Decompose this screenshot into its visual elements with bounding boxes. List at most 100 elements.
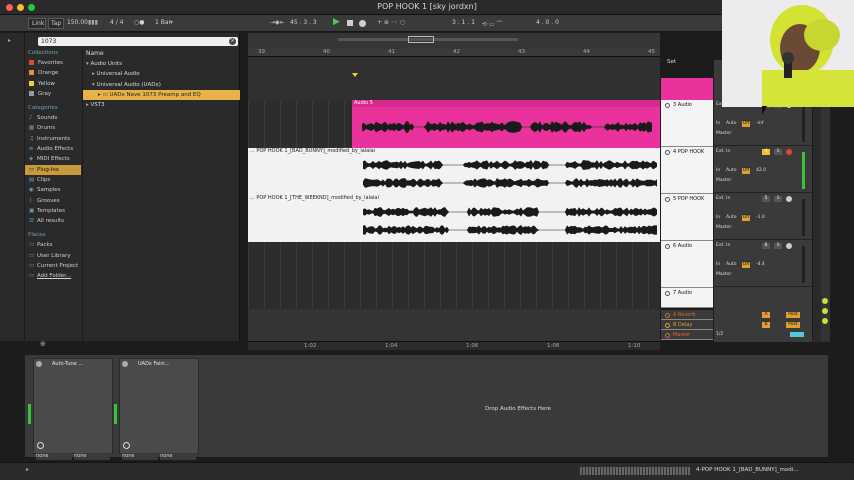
tree-item-audio-units[interactable]: ▾ Audio Units bbox=[83, 59, 240, 69]
arm-button[interactable] bbox=[786, 243, 792, 249]
category-item[interactable]: ☰ All results bbox=[25, 216, 81, 226]
category-item[interactable]: ▤ Clips bbox=[25, 175, 81, 185]
track-6-lane[interactable] bbox=[248, 242, 660, 289]
return-track-header[interactable]: B Delay bbox=[661, 320, 713, 330]
device-auto-tune[interactable]: Auto-Tune ... none none bbox=[28, 358, 113, 460]
tempo-field[interactable]: 150.00 bbox=[67, 19, 88, 26]
solo-icon[interactable] bbox=[822, 298, 828, 304]
monitor-auto-button[interactable]: Auto bbox=[726, 168, 736, 173]
track-activator-button[interactable]: 5 bbox=[762, 196, 770, 202]
solo-button[interactable]: S bbox=[774, 243, 782, 249]
output-dropdown[interactable]: none bbox=[74, 453, 110, 460]
metronome-bars-icon[interactable]: ▮▮▮ bbox=[88, 19, 98, 26]
overview-scrub[interactable] bbox=[248, 33, 660, 49]
metronome-icon[interactable]: ○● bbox=[134, 19, 144, 26]
track-header[interactable]: 3 Audio bbox=[661, 100, 713, 147]
input-type-dropdown[interactable]: Ext. In bbox=[716, 243, 730, 248]
tree-item-neve-1073[interactable]: ▸ ▭ UADx Neve 1073 Preamp and EQ bbox=[83, 89, 240, 101]
sidechain-button[interactable] bbox=[37, 442, 44, 449]
post-button[interactable]: Post bbox=[786, 312, 800, 318]
name-column-header[interactable]: Name bbox=[83, 49, 240, 59]
weeknd-clip[interactable]: ... POP HOOK 1_[THE_WEEKND]_modified_by_… bbox=[248, 195, 660, 242]
arrangement-view[interactable]: 39 40 41 42 43 44 45 Audio 5 ... POP HOOK 1_[B… bbox=[248, 33, 660, 341]
browser-toggle-icon[interactable]: ▸ bbox=[8, 37, 11, 44]
track-activator-button[interactable]: 6 bbox=[762, 243, 770, 249]
volume-value[interactable]: -4.4 bbox=[756, 262, 765, 267]
stop-button[interactable] bbox=[347, 20, 353, 26]
collection-item[interactable]: Orange bbox=[25, 68, 81, 78]
loop-length-field[interactable]: 4 . 0 . 0 bbox=[536, 19, 559, 26]
category-item[interactable]: ♪ Sounds bbox=[25, 113, 81, 123]
detail-view-icon[interactable]: ▸ bbox=[26, 466, 29, 473]
monitor-in-button[interactable]: In bbox=[716, 168, 720, 173]
fold-track-icon[interactable] bbox=[665, 244, 670, 249]
overdub-icon[interactable]: + ⊕ ◦◦ ○ bbox=[377, 19, 405, 26]
return-activator-button[interactable]: B bbox=[762, 322, 770, 328]
category-item[interactable]: ▣ Templates bbox=[25, 206, 81, 216]
output-dropdown[interactable]: Master bbox=[716, 178, 731, 183]
return-track-header[interactable]: A Reverb bbox=[661, 310, 713, 320]
audio-5-clip[interactable]: Audio 5 bbox=[352, 100, 660, 148]
fold-track-icon[interactable] bbox=[665, 103, 670, 108]
monitor-auto-button[interactable]: Auto bbox=[726, 215, 736, 220]
device-uadx-fairchild[interactable]: UADx Fairc... none none bbox=[114, 358, 199, 460]
category-item[interactable]: ≋ Audio Effects bbox=[25, 144, 81, 154]
input-dropdown[interactable]: none bbox=[122, 453, 158, 460]
place-item[interactable]: ▭ Packs bbox=[25, 240, 81, 250]
time-signature-field[interactable]: 4 / 4 bbox=[110, 19, 123, 26]
tree-item-universal-audio[interactable]: ▸ Universal Audio bbox=[83, 69, 240, 79]
output-dropdown[interactable]: Master bbox=[716, 272, 731, 277]
category-item[interactable]: ⌇ Grooves bbox=[25, 196, 81, 206]
monitor-in-button[interactable]: In bbox=[716, 262, 720, 267]
return-activator-button[interactable]: A bbox=[762, 312, 770, 318]
record-button[interactable] bbox=[359, 20, 366, 27]
monitor-off-button[interactable]: Off bbox=[742, 262, 750, 268]
category-item[interactable]: ◉ Samples bbox=[25, 185, 81, 195]
loop-start-field[interactable]: 3 . 1 . 1 bbox=[452, 19, 475, 26]
place-item[interactable]: ▭ Add Folder... bbox=[25, 271, 81, 281]
category-item[interactable]: ♫ Instruments bbox=[25, 134, 81, 144]
quantize-dropdown[interactable]: 1 Bar bbox=[155, 19, 171, 26]
monitor-auto-button[interactable]: Auto bbox=[726, 121, 736, 126]
search-input[interactable]: 1073 × bbox=[38, 37, 238, 46]
loop-controls-icon[interactable]: ⟲ ▭ ⌒ bbox=[482, 19, 503, 28]
post-button[interactable]: Post bbox=[786, 322, 800, 328]
monitor-auto-button[interactable]: Auto bbox=[726, 262, 736, 267]
device-power-icon[interactable] bbox=[122, 361, 128, 367]
song-position-field[interactable]: 45 . 3 . 3 bbox=[290, 19, 317, 26]
solo-button[interactable]: S bbox=[774, 196, 782, 202]
tree-item-universal-audio-uadx[interactable]: ▾ Universal Audio (UADx) bbox=[83, 80, 240, 90]
fold-track-icon[interactable] bbox=[665, 197, 670, 202]
monitor-off-button[interactable]: Off bbox=[742, 121, 750, 127]
collection-item[interactable]: Gray bbox=[25, 89, 81, 99]
link-button[interactable]: Link bbox=[28, 18, 46, 29]
device-power-icon[interactable] bbox=[36, 361, 42, 367]
bar-ruler[interactable]: 39 40 41 42 43 44 45 bbox=[248, 49, 660, 57]
track-header[interactable]: 7 Audio bbox=[661, 288, 713, 308]
monitor-in-button[interactable]: In bbox=[716, 215, 720, 220]
solo-icon[interactable] bbox=[822, 308, 828, 314]
fold-track-icon[interactable] bbox=[665, 150, 670, 155]
fold-track-icon[interactable] bbox=[665, 313, 670, 318]
place-item[interactable]: ▭ Current Project bbox=[25, 261, 81, 271]
input-type-dropdown[interactable]: Ext. In bbox=[716, 196, 730, 201]
place-item[interactable]: ▭ User Library bbox=[25, 251, 81, 261]
collection-item[interactable]: Yellow bbox=[25, 79, 81, 89]
track-header[interactable]: 6 Audio bbox=[661, 241, 713, 288]
tap-button[interactable]: Tap bbox=[48, 18, 64, 29]
output-dropdown[interactable]: Master bbox=[716, 225, 731, 230]
output-dropdown[interactable]: none bbox=[160, 453, 196, 460]
category-item[interactable]: ◈ MIDI Effects bbox=[25, 154, 81, 164]
fold-track-icon[interactable] bbox=[665, 291, 670, 296]
track-header[interactable]: 5 POP HOOK bbox=[661, 194, 713, 241]
monitor-in-button[interactable]: In bbox=[716, 121, 720, 126]
tree-item-vst3[interactable]: ▸ VST3 bbox=[83, 100, 240, 110]
locator-lane[interactable] bbox=[248, 58, 660, 100]
monitor-off-button[interactable]: Off bbox=[742, 215, 750, 221]
time-ruler[interactable]: 1:02 1:04 1:06 1:08 1:10 bbox=[248, 341, 660, 350]
drop-effects-area[interactable]: Drop Audio Effects Here bbox=[205, 358, 825, 454]
volume-value[interactable]: 42.0 bbox=[756, 168, 766, 173]
input-type-dropdown[interactable]: Ext. In bbox=[716, 149, 730, 154]
category-item[interactable]: ▭ Plug-Ins bbox=[25, 164, 81, 175]
monitor-off-button[interactable]: Off bbox=[742, 168, 750, 174]
